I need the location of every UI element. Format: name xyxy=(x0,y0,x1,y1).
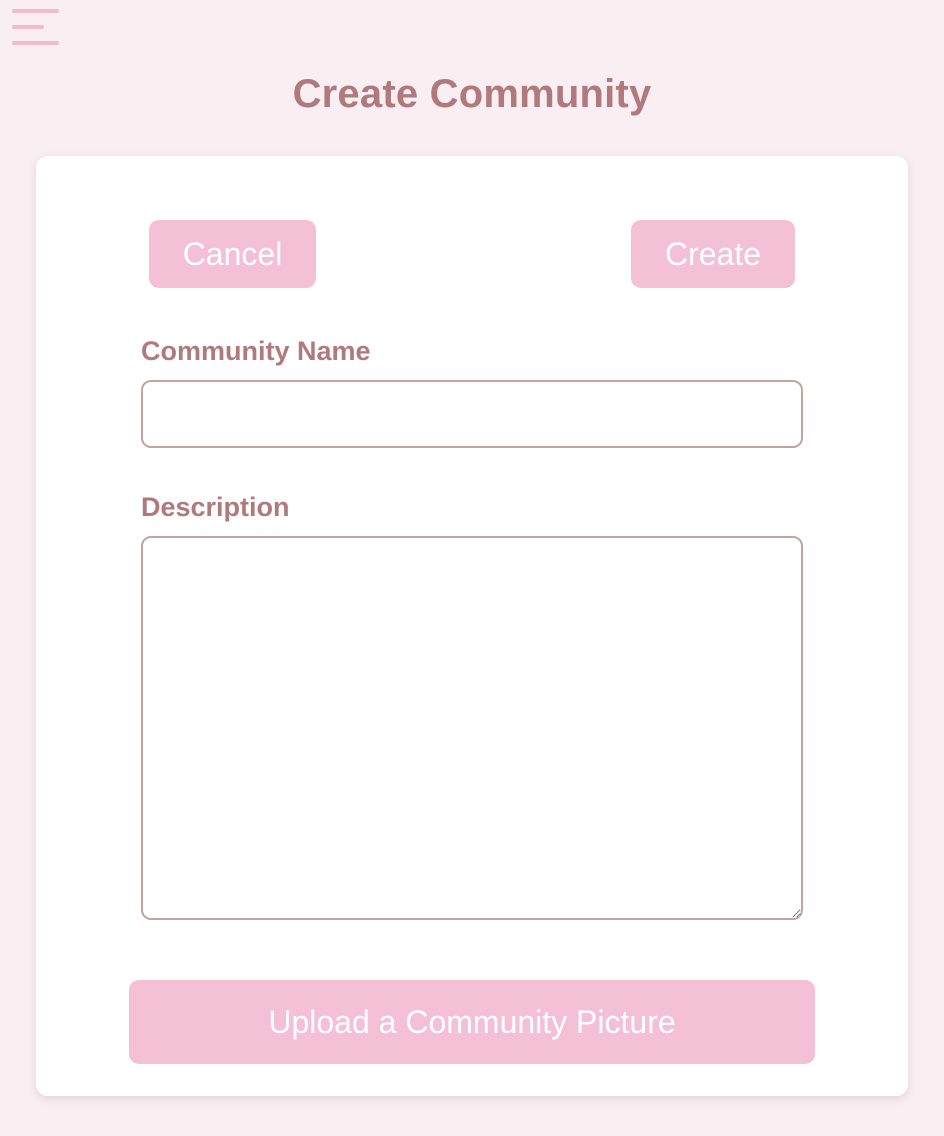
community-name-label: Community Name xyxy=(141,336,371,366)
hamburger-menu-icon[interactable] xyxy=(10,6,62,50)
menu-line-middle xyxy=(12,25,44,29)
create-button[interactable]: Create xyxy=(631,220,795,288)
description-textarea[interactable] xyxy=(141,536,803,920)
cancel-button[interactable]: Cancel xyxy=(149,220,316,288)
upload-picture-button[interactable]: Upload a Community Picture xyxy=(129,980,815,1064)
description-label: Description xyxy=(141,492,290,522)
menu-line-top xyxy=(12,9,59,13)
community-name-input[interactable] xyxy=(141,380,803,448)
create-community-card: Cancel Create Community Name Description… xyxy=(36,156,908,1096)
menu-line-bottom xyxy=(12,41,59,45)
page-title: Create Community xyxy=(292,72,652,116)
